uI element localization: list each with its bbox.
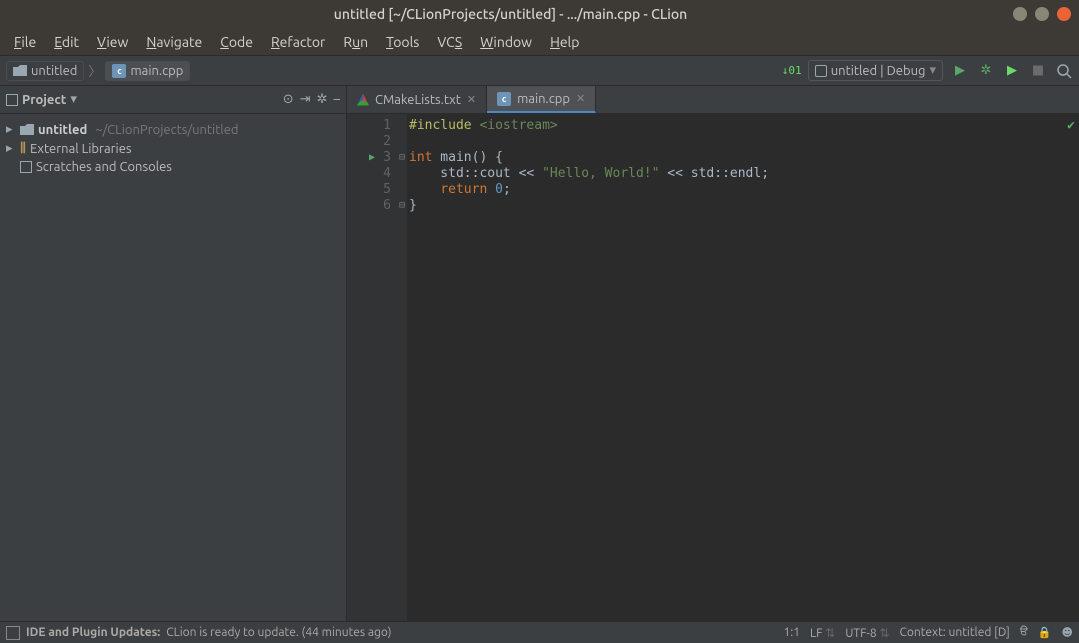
run-context[interactable]: Context: untitled [D] bbox=[899, 626, 1009, 639]
hector-icon[interactable]: ☻ bbox=[1062, 626, 1073, 639]
line-separator[interactable]: LF ⇅ bbox=[810, 626, 835, 640]
tab-cmakelists[interactable]: CMakeLists.txt ✕ bbox=[347, 86, 487, 113]
library-icon: ⫼ bbox=[20, 141, 26, 156]
search-everywhere-button[interactable] bbox=[1055, 62, 1073, 80]
fold-start-icon[interactable]: ⊟ bbox=[397, 150, 407, 166]
line-number: 2 bbox=[347, 134, 391, 150]
cpp-file-icon: c bbox=[112, 64, 126, 78]
editor-tabs: CMakeLists.txt ✕ c main.cpp ✕ bbox=[347, 86, 1079, 114]
status-tool-windows-icon[interactable] bbox=[6, 626, 20, 640]
menu-code[interactable]: Code bbox=[212, 32, 261, 52]
tab-cmakelists-label: CMakeLists.txt bbox=[375, 93, 461, 107]
window-title: untitled [~/CLionProjects/untitled] - ..… bbox=[8, 6, 1013, 22]
run-button[interactable]: ▶ bbox=[951, 62, 969, 80]
status-bar: IDE and Plugin Updates: CLion is ready t… bbox=[0, 621, 1079, 643]
cmake-icon bbox=[357, 94, 369, 106]
line-number: 6 bbox=[347, 198, 391, 214]
binary-toggle-icon[interactable]: ↓01 bbox=[782, 62, 800, 80]
line-number: 1 bbox=[347, 118, 391, 134]
tree-root[interactable]: ▸ untitled ~/CLionProjects/untitled bbox=[4, 120, 342, 139]
line-number: 4 bbox=[347, 166, 391, 182]
tree-root-name: untitled bbox=[38, 123, 87, 137]
menu-navigate[interactable]: Navigate bbox=[138, 32, 210, 52]
code-content[interactable]: #include <iostream> int main() { std::co… bbox=[407, 114, 1079, 621]
status-message[interactable]: IDE and Plugin Updates: CLion is ready t… bbox=[26, 626, 392, 639]
tree-scratches[interactable]: Scratches and Consoles bbox=[4, 158, 342, 176]
breadcrumb-root[interactable]: untitled bbox=[6, 61, 84, 81]
file-encoding[interactable]: UTF-8 ⇅ bbox=[845, 626, 889, 640]
expand-arrow-icon[interactable]: ▸ bbox=[6, 141, 16, 156]
tree-external-libs-label: External Libraries bbox=[30, 142, 132, 156]
breadcrumb-file-label: main.cpp bbox=[130, 64, 183, 78]
scratches-icon bbox=[20, 161, 32, 173]
run-with-coverage-button[interactable]: ▶ bbox=[1003, 62, 1021, 80]
status-msg-title: IDE and Plugin Updates: bbox=[26, 626, 160, 639]
project-panel-header: Project ▾ ⊙ ⇥ ✲ ⎯ bbox=[0, 86, 346, 114]
hide-panel-button[interactable]: ⎯ bbox=[334, 92, 341, 107]
status-msg-body: CLion is ready to update. (44 minutes ag… bbox=[166, 626, 391, 639]
inspection-ok-icon: ✔ bbox=[1067, 118, 1075, 134]
menu-vcs[interactable]: VCS bbox=[429, 32, 470, 52]
fold-gutter: ⊟ ⊟ bbox=[397, 114, 407, 621]
project-view-icon bbox=[6, 94, 18, 106]
run-config-selector[interactable]: untitled | Debug ▾ bbox=[808, 60, 943, 81]
window-minimize-button[interactable] bbox=[1013, 7, 1027, 21]
window-close-button[interactable] bbox=[1057, 7, 1071, 21]
window-titlebar: untitled [~/CLionProjects/untitled] - ..… bbox=[0, 0, 1079, 28]
breadcrumb: untitled 〉 c main.cpp bbox=[6, 61, 190, 81]
collapse-all-button[interactable]: ⇥ bbox=[300, 92, 311, 107]
breadcrumb-file[interactable]: c main.cpp bbox=[105, 61, 190, 81]
cpp-file-icon: c bbox=[497, 92, 511, 106]
memory-indicator-icon[interactable]: ੳ bbox=[1020, 626, 1028, 639]
code-editor[interactable]: ✔ 1 2 3 4 5 6 ▶ ⊟ ⊟ #include <iostream> … bbox=[347, 114, 1079, 621]
project-tree: ▸ untitled ~/CLionProjects/untitled ▸ ⫼ … bbox=[0, 114, 346, 182]
run-config-label: untitled | Debug bbox=[831, 64, 926, 78]
project-view-dropdown[interactable]: ▾ bbox=[70, 92, 77, 107]
breadcrumb-root-label: untitled bbox=[31, 64, 77, 78]
chevron-down-icon: ▾ bbox=[929, 63, 936, 78]
menu-help[interactable]: Help bbox=[542, 32, 587, 52]
folder-icon bbox=[13, 65, 27, 76]
folder-icon bbox=[20, 124, 34, 135]
menu-window[interactable]: Window bbox=[472, 32, 540, 52]
tab-main-label: main.cpp bbox=[517, 92, 570, 106]
menu-tools[interactable]: Tools bbox=[378, 32, 427, 52]
tree-scratches-label: Scratches and Consoles bbox=[36, 160, 172, 174]
expand-arrow-icon[interactable]: ▸ bbox=[6, 122, 16, 137]
run-line-marker-icon[interactable]: ▶ bbox=[369, 150, 375, 166]
read-only-toggle-icon[interactable]: 🔒 bbox=[1038, 626, 1052, 639]
navigation-bar: untitled 〉 c main.cpp ↓01 untitled | Deb… bbox=[0, 56, 1079, 86]
settings-gear-icon[interactable]: ✲ bbox=[317, 92, 328, 107]
project-panel-title: Project bbox=[22, 93, 66, 107]
close-tab-icon[interactable]: ✕ bbox=[576, 92, 585, 105]
tree-external-libraries[interactable]: ▸ ⫼ External Libraries bbox=[4, 139, 342, 158]
project-tool-window: Project ▾ ⊙ ⇥ ✲ ⎯ ▸ untitled ~/CLionProj… bbox=[0, 86, 347, 621]
debug-button[interactable]: ✲ bbox=[977, 62, 995, 80]
tab-main-cpp[interactable]: c main.cpp ✕ bbox=[487, 86, 596, 113]
close-tab-icon[interactable]: ✕ bbox=[467, 93, 476, 106]
window-maximize-button[interactable] bbox=[1035, 7, 1049, 21]
editor-area: CMakeLists.txt ✕ c main.cpp ✕ ✔ 1 2 3 4 … bbox=[347, 86, 1079, 621]
menu-edit[interactable]: Edit bbox=[46, 32, 87, 52]
line-number-gutter: 1 2 3 4 5 6 ▶ bbox=[347, 114, 397, 621]
line-number: 5 bbox=[347, 182, 391, 198]
fold-end-icon[interactable]: ⊟ bbox=[397, 198, 407, 214]
caret-position[interactable]: 1:1 bbox=[783, 626, 800, 639]
menubar: File Edit View Navigate Code Refactor Ru… bbox=[0, 28, 1079, 56]
run-config-target-icon bbox=[815, 65, 827, 77]
menu-view[interactable]: View bbox=[89, 32, 136, 52]
tree-root-path: ~/CLionProjects/untitled bbox=[95, 123, 238, 137]
menu-refactor[interactable]: Refactor bbox=[263, 32, 333, 52]
menu-run[interactable]: Run bbox=[335, 32, 376, 52]
chevron-right-icon: 〉 bbox=[88, 61, 101, 80]
stop-button[interactable]: ■ bbox=[1029, 62, 1047, 80]
menu-file[interactable]: File bbox=[6, 32, 44, 52]
locate-file-button[interactable]: ⊙ bbox=[283, 92, 294, 107]
